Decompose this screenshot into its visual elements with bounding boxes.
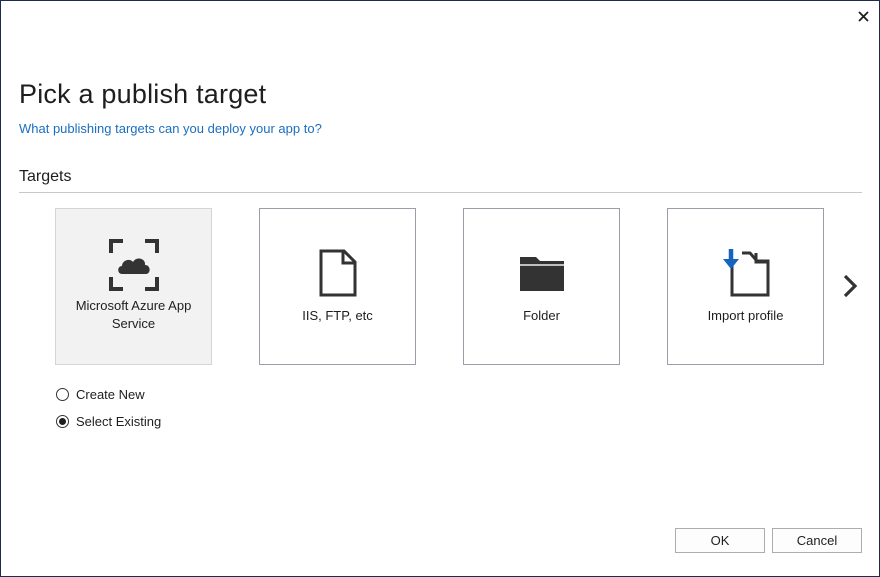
radio-label: Create New: [76, 387, 145, 402]
radio-button[interactable]: [56, 415, 69, 428]
next-targets-button[interactable]: [839, 271, 861, 301]
radio-button[interactable]: [56, 388, 69, 401]
tile-import-profile[interactable]: Import profile: [667, 208, 824, 365]
tile-label: IIS, FTP, etc: [302, 308, 373, 323]
publish-dialog: Pick a publish target What publishing ta…: [0, 0, 880, 577]
tile-iis-ftp[interactable]: IIS, FTP, etc: [259, 208, 416, 365]
close-icon: [857, 10, 869, 22]
select-existing-radio[interactable]: Select Existing: [56, 414, 161, 429]
tile-label: Import profile: [707, 308, 784, 323]
file-icon: [318, 249, 358, 302]
tile-azure-app-service[interactable]: Microsoft Azure App Service: [55, 208, 212, 365]
radio-selected-dot: [59, 418, 66, 425]
tile-label: Folder: [523, 308, 560, 323]
chevron-right-icon: [843, 274, 858, 298]
tile-folder[interactable]: Folder: [463, 208, 620, 365]
cancel-button[interactable]: Cancel: [772, 528, 862, 553]
tile-label: Microsoft Azure App Service: [75, 298, 192, 331]
import-profile-icon: [720, 247, 772, 304]
radio-label: Select Existing: [76, 414, 162, 429]
azure-app-service-icon: [108, 239, 159, 296]
ok-button[interactable]: OK: [675, 528, 765, 553]
close-button[interactable]: [853, 6, 873, 26]
targets-section-label: Targets: [19, 168, 72, 185]
create-new-radio[interactable]: Create New: [56, 387, 145, 402]
dialog-title: Pick a publish target: [19, 79, 267, 109]
folder-icon: [518, 253, 566, 298]
publishing-targets-help-link[interactable]: What publishing targets can you deploy y…: [19, 121, 322, 136]
section-divider: [19, 192, 862, 193]
